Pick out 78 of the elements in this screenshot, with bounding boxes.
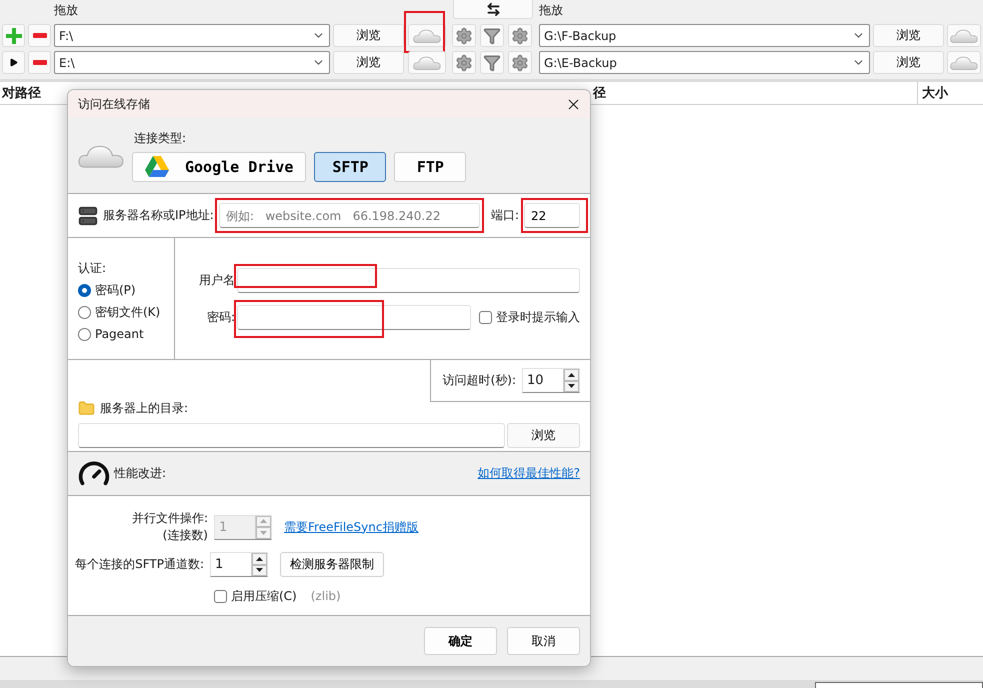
timeout-label: 访问超时(秒): <box>442 372 516 389</box>
drive-logo-icon <box>145 156 169 177</box>
funnel-icon <box>483 54 501 72</box>
auth-radio[interactable]: 密码(P) <box>78 279 174 301</box>
parallel-ops-label: (连接数) <box>162 527 208 544</box>
cloud-icon <box>413 28 441 44</box>
filter-button[interactable] <box>480 51 504 74</box>
channels-spinner[interactable]: 1 <box>210 552 268 577</box>
folder-icon <box>78 400 95 417</box>
triangle-icon <box>9 58 18 67</box>
browse-button[interactable]: 浏览 <box>873 24 944 47</box>
folder-path-combobox[interactable]: E:\ <box>54 51 330 74</box>
ok-button[interactable]: 确定 <box>424 627 497 655</box>
cloud-icon <box>950 54 978 70</box>
password-input[interactable] <box>237 305 471 330</box>
server-icon <box>78 206 98 226</box>
down-arrow-icon[interactable] <box>256 568 263 572</box>
performance-label: 性能改进: <box>114 465 166 482</box>
detect-limit-button[interactable]: 检测服务器限制 <box>280 552 384 577</box>
settings-button[interactable] <box>452 24 476 47</box>
settings-button[interactable] <box>508 24 532 47</box>
compression-checkbox[interactable]: 启用压缩(C) <box>214 585 297 607</box>
port-input[interactable]: 22 <box>524 203 580 228</box>
cloud-button[interactable] <box>408 24 446 47</box>
username-input[interactable] <box>237 268 580 293</box>
password-label: 密码: <box>206 309 235 326</box>
gear-icon <box>511 26 529 44</box>
gear-icon <box>455 26 473 44</box>
dialog-title: 访问在线存储 <box>78 96 150 112</box>
settings-button[interactable] <box>452 51 476 74</box>
folder-path-combobox[interactable]: F:\ <box>54 24 330 47</box>
drop-label: 拖放 <box>54 2 78 19</box>
auth-label: 认证: <box>78 260 108 277</box>
username-label: 用户名 <box>199 272 235 289</box>
connection-type-button[interactable]: Google Drive <box>132 152 306 182</box>
cloud-icon <box>950 28 978 44</box>
browse-button[interactable]: 浏览 <box>333 51 404 74</box>
settings-button[interactable] <box>508 51 532 74</box>
compression-note: (zlib) <box>310 589 341 603</box>
remove-button[interactable] <box>28 24 51 47</box>
remove-button[interactable] <box>28 51 51 74</box>
auth-radio[interactable]: 密钥文件(K) <box>78 301 174 323</box>
folder-path-combobox[interactable]: G:\F-Backup <box>539 24 870 47</box>
swap-icon <box>486 2 500 16</box>
browse-button[interactable]: 浏览 <box>507 423 580 448</box>
auth-radio[interactable]: Pageant <box>78 323 174 345</box>
connection-type-button[interactable]: SFTP <box>314 152 386 182</box>
connection-type-button[interactable]: FTP <box>394 152 466 182</box>
browse-button[interactable]: 浏览 <box>873 51 944 74</box>
prompt-checkbox[interactable]: 登录时提示输入 <box>479 306 580 328</box>
minus-icon <box>32 33 46 38</box>
server-input[interactable]: 例如: website.com 66.198.240.22 <box>218 203 480 228</box>
help-link[interactable]: 如何取得最佳性能? <box>478 465 580 482</box>
gear-icon <box>455 54 473 72</box>
connection-type-label: 连接类型: <box>133 130 188 146</box>
gear-icon <box>511 54 529 72</box>
cloud-icon <box>413 54 441 70</box>
column-header[interactable]: 大小 <box>917 82 983 104</box>
directory-input[interactable] <box>78 423 505 448</box>
up-arrow-icon[interactable] <box>568 372 575 377</box>
channels-label: 每个连接的SFTP通道数: <box>74 556 204 573</box>
parallel-ops-label: 并行文件操作: <box>132 510 208 527</box>
timeout-spinner[interactable]: 10 <box>522 368 580 393</box>
down-arrow-icon[interactable] <box>568 384 575 388</box>
swap-button[interactable] <box>453 0 533 19</box>
minus-icon <box>32 60 46 65</box>
port-label: 端口: <box>490 207 519 224</box>
funnel-icon <box>483 26 501 44</box>
drop-label: 拖放 <box>539 2 563 19</box>
up-arrow-icon[interactable] <box>256 556 263 561</box>
server-label: 服务器名称或IP地址: <box>103 207 214 224</box>
directory-label: 服务器上的目录: <box>100 400 188 417</box>
filter-button[interactable] <box>480 24 504 47</box>
folder-path-combobox[interactable]: G:\E-Backup <box>539 51 870 74</box>
plus-icon <box>6 28 22 44</box>
expand-button[interactable] <box>2 51 25 74</box>
cancel-button[interactable]: 取消 <box>507 627 580 655</box>
browse-button[interactable]: 浏览 <box>333 24 404 47</box>
